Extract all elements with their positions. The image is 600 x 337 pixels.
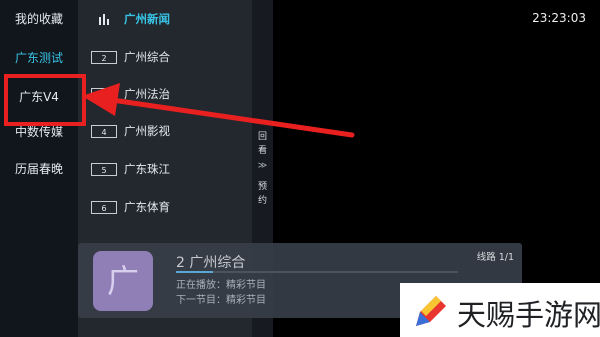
site-watermark: 天赐手游网 (400, 283, 600, 337)
tv-player-screen: 我的收藏 广东测试 广东V4 中数传媒 历届春晚 广州新闻 2 广州综合 3 广… (0, 0, 600, 337)
watermark-text: 天赐手游网 (457, 298, 600, 332)
watermark-logo-icon (416, 296, 446, 326)
